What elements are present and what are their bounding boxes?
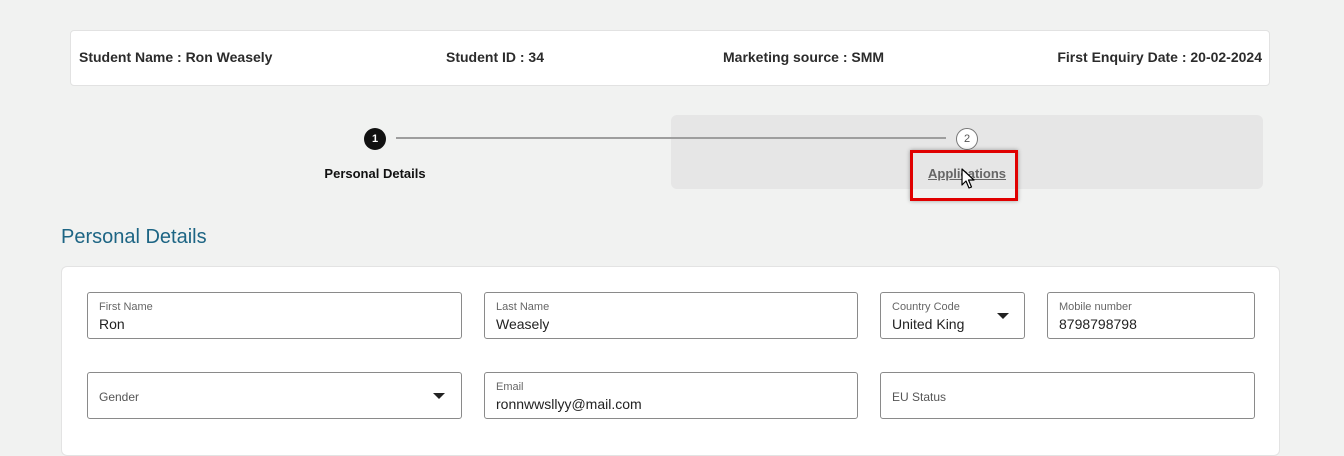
last-name-field[interactable]: Last Name Weasely bbox=[484, 292, 858, 339]
gender-select[interactable]: Gender bbox=[87, 372, 462, 419]
country-code-label: Country Code bbox=[892, 301, 960, 313]
step-1-circle[interactable]: 1 bbox=[364, 128, 386, 150]
last-name-value: Weasely bbox=[496, 316, 550, 332]
eu-status-field[interactable]: EU Status bbox=[880, 372, 1255, 419]
caret-down-icon bbox=[997, 313, 1009, 319]
first-name-field[interactable]: First Name Ron bbox=[87, 292, 462, 339]
first-name-value: Ron bbox=[99, 316, 125, 332]
stepper-connector bbox=[396, 137, 946, 139]
email-field[interactable]: Email ronnwwsllyy@mail.com bbox=[484, 372, 858, 419]
gender-label: Gender bbox=[99, 390, 140, 404]
step-2-circle[interactable]: 2 bbox=[956, 128, 978, 150]
section-title: Personal Details bbox=[61, 226, 207, 248]
stepper: 1 2 Personal Details Applications bbox=[0, 110, 1344, 200]
student-id: Student ID : 34 bbox=[446, 49, 545, 65]
mouse-pointer-icon bbox=[961, 168, 975, 189]
country-code-value: United King bbox=[892, 316, 965, 332]
email-label: Email bbox=[496, 381, 524, 393]
mobile-number-field[interactable]: Mobile number 8798798798 bbox=[1047, 292, 1255, 339]
mobile-number-value: 8798798798 bbox=[1059, 316, 1137, 332]
first-enquiry-date: First Enquiry Date : 20-02-2024 bbox=[1057, 49, 1262, 65]
last-name-label: Last Name bbox=[496, 301, 550, 313]
first-name-label: First Name bbox=[99, 301, 153, 313]
personal-details-form: First Name Ron Last Name Weasely Country… bbox=[61, 266, 1280, 456]
country-code-select[interactable]: Country Code United King bbox=[880, 292, 1025, 339]
student-info-bar: Student Name : Ron Weasely Student ID : … bbox=[70, 30, 1270, 86]
eu-status-label: EU Status bbox=[892, 390, 947, 404]
student-name: Student Name : Ron Weasely bbox=[79, 49, 273, 65]
mobile-number-label: Mobile number bbox=[1059, 301, 1132, 313]
caret-down-icon bbox=[433, 393, 445, 399]
marketing-source: Marketing source : SMM bbox=[723, 49, 885, 65]
step-personal-details-label[interactable]: Personal Details bbox=[324, 166, 425, 181]
email-value: ronnwwsllyy@mail.com bbox=[496, 396, 642, 412]
